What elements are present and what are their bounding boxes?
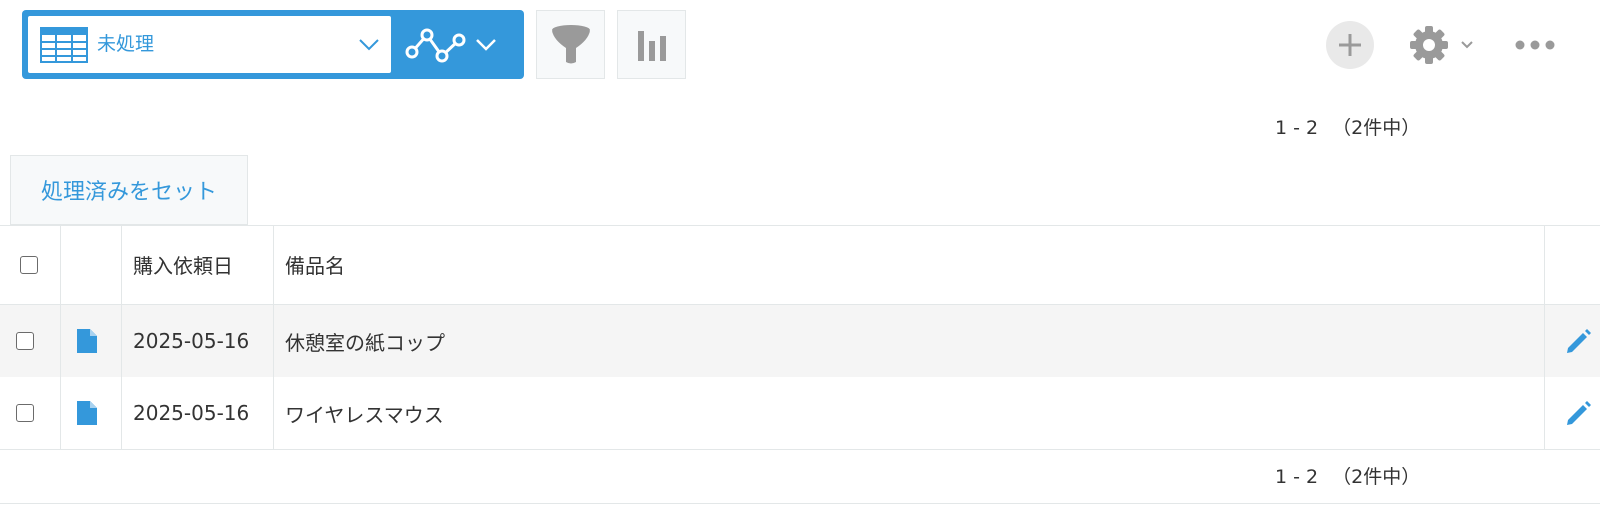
graph-menu-button[interactable] xyxy=(391,10,524,79)
line-graph-icon xyxy=(405,28,466,63)
row-date-cell: 2025-05-16 xyxy=(133,377,249,449)
more-options-button[interactable] xyxy=(1515,30,1555,60)
funnel-icon xyxy=(551,24,590,63)
column-header-date-label: 購入依頼日 xyxy=(133,254,233,278)
pagination-bottom: 1 - 2 （2件中） xyxy=(1275,465,1420,489)
row-item-name: ワイヤレスマウス xyxy=(285,402,444,427)
footer-divider xyxy=(0,503,1600,504)
row-edit-cell xyxy=(1566,305,1592,377)
pencil-icon[interactable] xyxy=(1566,400,1592,426)
set-processed-button[interactable]: 処理済みをセット xyxy=(10,155,248,225)
table-row: 2025-05-16 休憩室の紙コップ xyxy=(0,305,1600,377)
table-icon xyxy=(40,27,88,63)
row-item-cell: 休憩室の紙コップ xyxy=(285,305,445,377)
row-date: 2025-05-16 xyxy=(133,401,250,425)
plus-icon xyxy=(1339,34,1361,56)
document-icon[interactable] xyxy=(77,401,97,425)
column-header-item[interactable]: 備品名 xyxy=(285,225,345,304)
view-toolbar: 未処理 xyxy=(22,10,524,79)
pagination-top: 1 - 2 （2件中） xyxy=(1275,116,1420,140)
row-item-cell: ワイヤレスマウス xyxy=(285,377,444,449)
column-divider xyxy=(121,225,122,449)
filter-button[interactable] xyxy=(536,10,605,79)
chevron-down-icon xyxy=(476,39,496,51)
pagination-range: 1 - 2 xyxy=(1275,466,1319,488)
pagination-range: 1 - 2 xyxy=(1275,117,1319,139)
table-header-row: 購入依頼日 備品名 xyxy=(0,225,1600,304)
column-header-date[interactable]: 購入依頼日 xyxy=(133,225,233,304)
pagination-total: （2件中） xyxy=(1332,466,1421,488)
row-checkbox-cell xyxy=(16,305,34,377)
row-checkbox-cell xyxy=(16,377,34,449)
chevron-down-icon xyxy=(1461,41,1473,49)
column-divider xyxy=(1544,225,1545,449)
select-all-cell xyxy=(20,225,38,304)
table-row: 2025-05-16 ワイヤレスマウス xyxy=(0,377,1600,449)
view-select-dropdown[interactable]: 未処理 xyxy=(28,16,391,73)
pagination-total: （2件中） xyxy=(1332,117,1421,139)
add-record-button[interactable] xyxy=(1326,21,1374,69)
row-edit-cell xyxy=(1566,377,1592,449)
table-divider xyxy=(0,225,1600,226)
chart-button[interactable] xyxy=(617,10,686,79)
bar-chart-icon xyxy=(637,30,666,61)
column-divider xyxy=(60,225,61,449)
column-divider xyxy=(273,225,274,449)
chevron-down-icon xyxy=(359,39,379,51)
more-horizontal-icon xyxy=(1515,40,1555,50)
select-all-checkbox[interactable] xyxy=(20,255,38,274)
row-detail-cell xyxy=(77,305,97,377)
row-date: 2025-05-16 xyxy=(133,329,250,353)
row-item-name: 休憩室の紙コップ xyxy=(285,330,445,355)
document-icon[interactable] xyxy=(77,329,97,353)
gear-icon xyxy=(1410,26,1448,64)
settings-button[interactable] xyxy=(1409,23,1479,67)
table-divider xyxy=(0,304,1600,305)
column-header-item-label: 備品名 xyxy=(285,254,345,278)
row-checkbox[interactable] xyxy=(16,332,34,350)
row-detail-cell xyxy=(77,377,97,449)
row-checkbox[interactable] xyxy=(16,404,34,422)
view-name: 未処理 xyxy=(97,33,155,55)
pencil-icon[interactable] xyxy=(1566,328,1592,354)
row-date-cell: 2025-05-16 xyxy=(133,305,249,377)
table-divider xyxy=(0,449,1600,450)
